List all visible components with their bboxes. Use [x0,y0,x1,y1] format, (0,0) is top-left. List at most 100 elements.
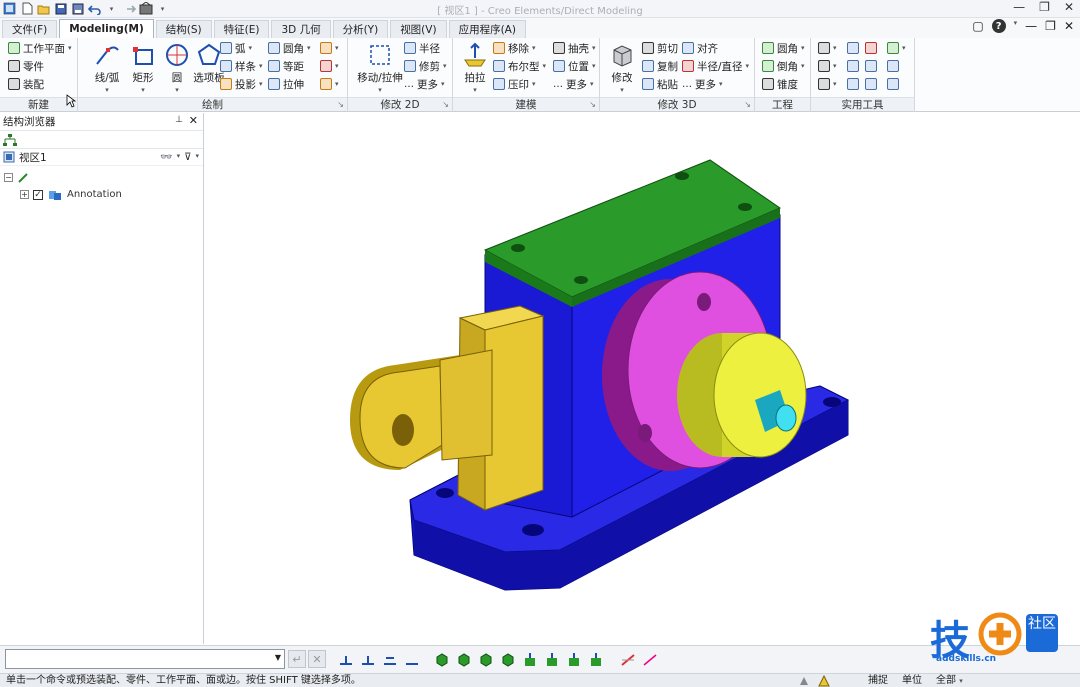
spline-button[interactable]: 样条 ▾ [220,58,263,74]
fillet-2d-button[interactable]: 圆角 ▾ [268,40,311,56]
position-button[interactable]: 位置 ▾ [553,58,596,74]
tree-view-icon[interactable] [3,133,17,146]
part-button[interactable]: 零件 [8,58,44,74]
construction-line-button[interactable]: ▾ [320,40,339,56]
grid-tool-button[interactable] [887,76,899,92]
pull-button[interactable]: 拍拉 ▾ [453,42,497,96]
cancel-command-button[interactable]: ✕ [308,650,326,668]
cube-front-icon[interactable] [456,650,472,668]
check-button[interactable] [847,76,859,92]
snap-status[interactable]: 捕捉 [868,674,888,687]
assembly-button[interactable]: 装配 [8,76,44,92]
tab-structure[interactable]: 结构(S) [155,20,212,38]
cube-top-icon[interactable] [478,650,494,668]
view-back-icon[interactable] [360,650,376,668]
cube-right-icon[interactable] [500,650,516,668]
pin-icon[interactable]: ⊥ [175,115,183,125]
radius-button[interactable]: 半径 [404,40,440,56]
more-model-button[interactable]: … 更多 ▾ [553,76,594,92]
cut-button[interactable]: 剪切 [642,40,678,56]
align-button[interactable]: 对齐 [682,40,718,56]
select-button[interactable] [847,40,859,56]
close-icon[interactable]: ✕ [1064,0,1074,14]
stretch-button[interactable]: 拉伸 [268,76,304,92]
workplane-button[interactable]: 工作平面 ▾ [8,40,72,56]
visibility-checkbox[interactable]: ✓ [33,189,43,200]
doc-minimize-icon[interactable]: — [1025,19,1037,33]
plane-iso-icon[interactable] [588,650,604,668]
modify-3d-launcher-icon[interactable]: ↘ [744,100,751,109]
imprint-button[interactable]: 压印 ▾ [493,76,536,92]
move-stretch-button[interactable]: 移动/拉伸 ▾ [352,42,408,96]
command-input[interactable]: ▼ [5,649,285,669]
modify-button[interactable]: 修改 ▾ [600,42,644,96]
trim-button[interactable]: 修剪 ▾ [404,58,447,74]
offset-button[interactable]: 等距 [268,58,304,74]
arc-button[interactable]: 弧 ▾ [220,40,252,56]
more-3d-button[interactable]: … 更多 ▾ [682,76,723,92]
remove-button[interactable]: 移除 ▾ [493,40,536,56]
clip-plane-icon[interactable] [620,650,636,668]
browser-root-row[interactable]: 视区1 👓 ▾ ⊽ ▾ [0,149,203,166]
clip-plane-off-icon[interactable] [642,650,658,668]
construction-circle-button[interactable]: ▾ [320,58,339,74]
plane-front-icon[interactable] [522,650,538,668]
boolean-button[interactable]: 布尔型 ▾ [493,58,546,74]
copy-button[interactable]: 复制 [642,58,678,74]
tree-row-root[interactable]: − [4,169,203,186]
construction-more-button[interactable]: ▾ [320,76,339,92]
modify-2d-launcher-icon[interactable]: ↘ [442,100,449,109]
query-button[interactable]: ▾ [818,76,837,92]
modeling-launcher-icon[interactable]: ↘ [589,100,596,109]
doc-close-icon[interactable]: ✕ [1064,19,1074,33]
collapse-icon[interactable]: − [4,173,13,182]
view-side-icon[interactable] [382,650,398,668]
filter-tool-button[interactable] [865,58,877,74]
plane-top-icon[interactable] [544,650,560,668]
close-icon[interactable]: ✕ [189,114,198,127]
window-tool-button[interactable]: ▾ [887,40,906,56]
tab-view[interactable]: 视图(V) [390,20,447,38]
dimension-button[interactable]: ▾ [818,58,837,74]
plane-side-icon[interactable] [566,650,582,668]
chamfer-button[interactable]: 倒角 ▾ [762,58,805,74]
status-warning-icon[interactable] [818,675,830,687]
cube-iso-icon[interactable] [434,650,450,668]
tab-feature[interactable]: 特征(E) [213,20,270,38]
help-icon[interactable]: ? [991,19,1006,33]
mark-button[interactable] [847,58,859,74]
tab-modeling[interactable]: Modeling(M) [59,19,154,38]
shell-button[interactable]: 抽壳 ▾ [553,40,596,56]
expand-icon[interactable]: + [20,190,29,199]
ribbon-minimize-icon[interactable]: ▢ [972,19,983,33]
tab-file[interactable]: 文件(F) [2,20,58,38]
layout-tool-button[interactable] [887,58,899,74]
more-2d-button[interactable]: … 更多 ▾ [404,76,445,92]
filter-status[interactable]: 全部 ▾ [936,674,963,687]
measure-button[interactable]: ▾ [818,40,837,56]
fillet-3d-button[interactable]: 圆角 ▾ [762,40,805,56]
draw-launcher-icon[interactable]: ↘ [337,100,344,109]
restore-icon[interactable]: ❐ [1039,0,1050,14]
tab-analysis[interactable]: 分析(Y) [332,20,389,38]
command-history-dropdown-icon[interactable]: ▼ [275,653,281,662]
tab-3d-geometry[interactable]: 3D 几何 [271,20,331,38]
radius-diameter-button[interactable]: 半径/直径 ▾ [682,58,749,74]
tab-applications[interactable]: 应用程序(A) [448,20,526,38]
binoculars-icon[interactable]: 👓 [160,152,172,163]
minimize-icon[interactable]: — [1013,0,1025,14]
project-button[interactable]: 投影 ▾ [220,76,263,92]
status-tool-icon[interactable] [798,675,810,687]
unit-status[interactable]: 单位 [902,674,922,687]
enter-command-button[interactable]: ↵ [288,650,306,668]
help-dropdown-icon[interactable]: ▾ [1014,19,1018,33]
snap-tool-button[interactable] [865,76,877,92]
view-rotate-icon[interactable] [404,650,420,668]
view-front-icon[interactable] [338,650,354,668]
taper-button[interactable]: 锥度 [762,76,798,92]
doc-restore-icon[interactable]: ❐ [1045,19,1056,33]
tree-row-annotation[interactable]: + ✓ Annotation [4,186,203,203]
viewport-3d[interactable] [205,113,1080,644]
filter-icon[interactable]: ⊽ [184,152,191,163]
highlight-button[interactable] [865,40,877,56]
